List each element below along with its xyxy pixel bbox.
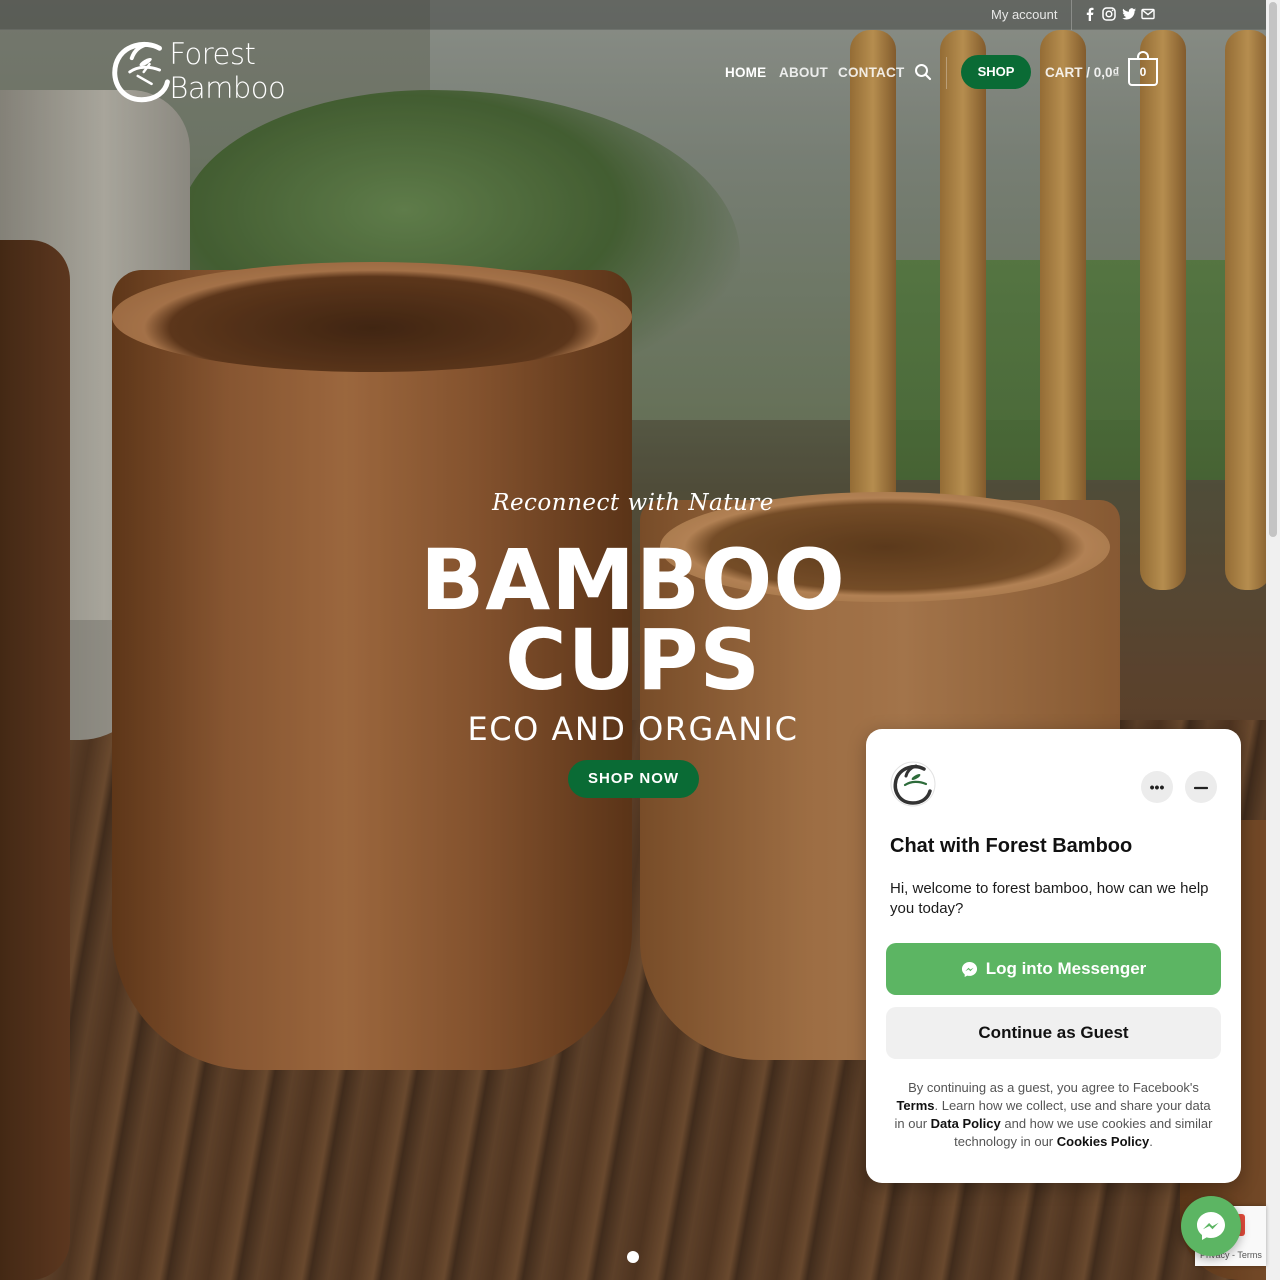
cart-count: 0 bbox=[1139, 65, 1147, 79]
top-bar: My account bbox=[0, 0, 1266, 30]
hero-title-line2: CUPS bbox=[505, 611, 761, 709]
bamboo-logo-icon bbox=[112, 42, 170, 103]
log-into-messenger-button[interactable]: Log into Messenger bbox=[886, 943, 1221, 995]
cart-icon[interactable]: 0 bbox=[1128, 51, 1158, 86]
shop-button[interactable]: SHOP bbox=[961, 55, 1031, 89]
top-bar-divider bbox=[1071, 0, 1072, 30]
scrollbar-thumb[interactable] bbox=[1269, 2, 1277, 537]
chat-minimize-button[interactable] bbox=[1185, 771, 1217, 803]
messenger-icon bbox=[961, 961, 977, 977]
chat-welcome-message: Hi, welcome to forest bamboo, how can we… bbox=[890, 880, 1209, 917]
my-account-link[interactable]: My account bbox=[991, 7, 1057, 22]
instagram-icon[interactable] bbox=[1101, 6, 1117, 22]
cart-handle bbox=[1137, 51, 1149, 60]
hero-title: BAMBOO CUPS bbox=[0, 531, 1266, 709]
facebook-icon[interactable] bbox=[1082, 6, 1098, 22]
data-policy-link[interactable]: Data Policy bbox=[931, 1116, 1001, 1131]
messenger-chat-button[interactable] bbox=[1181, 1196, 1241, 1256]
log-into-messenger-label: Log into Messenger bbox=[985, 959, 1147, 978]
chat-more-button[interactable]: ••• bbox=[1141, 771, 1173, 803]
continue-as-guest-button[interactable]: Continue as Guest bbox=[886, 1007, 1221, 1059]
page-scrollbar[interactable] bbox=[1266, 0, 1280, 1280]
messenger-icon bbox=[1197, 1212, 1225, 1240]
nav-contact[interactable]: CONTACT bbox=[838, 65, 904, 80]
legal-text: . bbox=[1149, 1134, 1153, 1149]
slider-dot-active[interactable] bbox=[627, 1251, 639, 1263]
email-icon[interactable] bbox=[1140, 6, 1156, 22]
nav-about[interactable]: ABOUT bbox=[779, 65, 828, 80]
shop-now-button[interactable]: SHOP NOW bbox=[568, 760, 699, 798]
nav-home[interactable]: HOME bbox=[725, 65, 766, 80]
messenger-chat-panel: ••• Chat with Forest Bamboo Hi, welcome … bbox=[866, 729, 1241, 1183]
cookies-policy-link[interactable]: Cookies Policy bbox=[1057, 1134, 1149, 1149]
terms-link[interactable]: Terms bbox=[896, 1098, 934, 1113]
chat-legal-text: By continuing as a guest, you agree to F… bbox=[890, 1079, 1217, 1151]
site-logo[interactable]: Forest Bamboo bbox=[108, 36, 378, 106]
legal-text: By continuing as a guest, you agree to F… bbox=[908, 1080, 1199, 1095]
site-header: Forest Bamboo HOME ABOUT CONTACT SHOP CA… bbox=[0, 30, 1266, 114]
header-divider bbox=[946, 57, 947, 89]
page-avatar bbox=[890, 761, 936, 807]
search-icon[interactable] bbox=[914, 63, 932, 81]
cart-link[interactable]: CART / 0,0₫ bbox=[1045, 65, 1119, 80]
hero-tagline: Reconnect with Nature bbox=[492, 490, 774, 516]
chat-title: Chat with Forest Bamboo bbox=[890, 835, 1133, 857]
minimize-icon bbox=[1193, 787, 1209, 790]
twitter-icon[interactable] bbox=[1121, 6, 1137, 22]
hero-title-line1: BAMBOO bbox=[420, 531, 846, 629]
logo-text: Forest Bamboo bbox=[169, 37, 286, 105]
